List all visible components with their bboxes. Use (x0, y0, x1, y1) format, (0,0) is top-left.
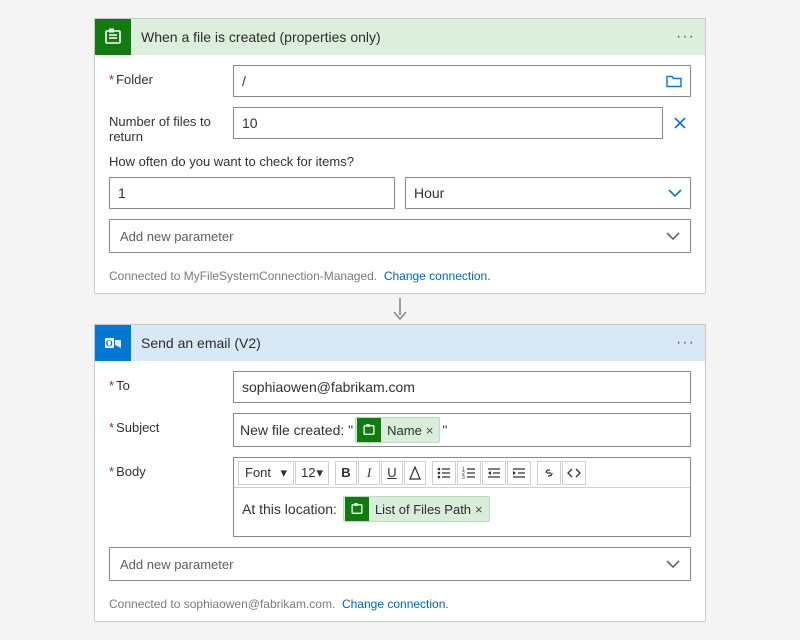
filesystem-icon (95, 19, 131, 55)
indent-button[interactable] (507, 461, 531, 485)
action-card: O Send an email (V2) ··· *To sophiaowen@… (94, 324, 706, 622)
numfiles-clear-icon[interactable] (669, 116, 691, 130)
interval-input[interactable]: 1 (109, 177, 395, 209)
token-remove-icon[interactable]: × (475, 502, 483, 517)
trigger-title: When a file is created (properties only) (131, 29, 676, 45)
subject-label: *Subject (109, 413, 233, 435)
chevron-down-icon (666, 559, 680, 569)
polling-question: How often do you want to check for items… (109, 154, 691, 169)
folder-picker-icon[interactable] (666, 75, 682, 88)
body-label: *Body (109, 457, 233, 479)
to-input[interactable]: sophiaowen@fabrikam.com (233, 371, 691, 403)
chevron-down-icon (668, 188, 682, 198)
outlook-icon: O (95, 325, 131, 361)
action-footer: Connected to sophiaowen@fabrikam.com. Ch… (95, 589, 705, 621)
trigger-header[interactable]: When a file is created (properties only)… (95, 19, 705, 55)
dynamic-token-filepath[interactable]: List of Files Path × (343, 496, 490, 522)
numfiles-input[interactable]: 10 (233, 107, 663, 139)
rich-text-toolbar: Font▾ 12▾ B I U (234, 458, 690, 488)
trigger-menu-button[interactable]: ··· (676, 28, 695, 46)
font-select[interactable]: Font▾ (238, 461, 294, 485)
body-editor[interactable]: Font▾ 12▾ B I U (233, 457, 691, 537)
action-header[interactable]: O Send an email (V2) ··· (95, 325, 705, 361)
action-title: Send an email (V2) (131, 335, 676, 351)
folder-input[interactable]: / (233, 65, 691, 97)
numfiles-label: Number of files to return (109, 107, 233, 144)
add-parameter-select[interactable]: Add new parameter (109, 547, 691, 581)
outdent-button[interactable] (482, 461, 506, 485)
font-color-button[interactable] (404, 461, 426, 485)
add-parameter-select[interactable]: Add new parameter (109, 219, 691, 253)
change-connection-link[interactable]: Change connection. (342, 597, 449, 611)
font-size-select[interactable]: 12▾ (295, 461, 329, 485)
action-menu-button[interactable]: ··· (676, 334, 695, 352)
flow-arrow-icon (0, 296, 800, 322)
body-content[interactable]: At this location: List of Files Path × (234, 488, 690, 536)
bulleted-list-button[interactable] (432, 461, 456, 485)
change-connection-link[interactable]: Change connection. (384, 269, 491, 283)
code-view-button[interactable] (562, 461, 586, 485)
token-remove-icon[interactable]: × (426, 423, 434, 438)
link-button[interactable] (537, 461, 561, 485)
chevron-down-icon (666, 231, 680, 241)
dynamic-token-name[interactable]: Name × (355, 417, 440, 443)
svg-text:3: 3 (462, 475, 465, 479)
svg-text:O: O (106, 339, 113, 349)
to-label: *To (109, 371, 233, 393)
numbered-list-button[interactable]: 123 (457, 461, 481, 485)
bold-button[interactable]: B (335, 461, 357, 485)
trigger-footer: Connected to MyFileSystemConnection-Mana… (95, 261, 705, 293)
folder-label: *Folder (109, 65, 233, 87)
subject-input[interactable]: New file created: " Name × " (233, 413, 691, 447)
filesystem-icon (345, 497, 369, 521)
trigger-card: When a file is created (properties only)… (94, 18, 706, 294)
underline-button[interactable]: U (381, 461, 403, 485)
frequency-select[interactable]: Hour (405, 177, 691, 209)
filesystem-icon (357, 418, 381, 442)
italic-button[interactable]: I (358, 461, 380, 485)
